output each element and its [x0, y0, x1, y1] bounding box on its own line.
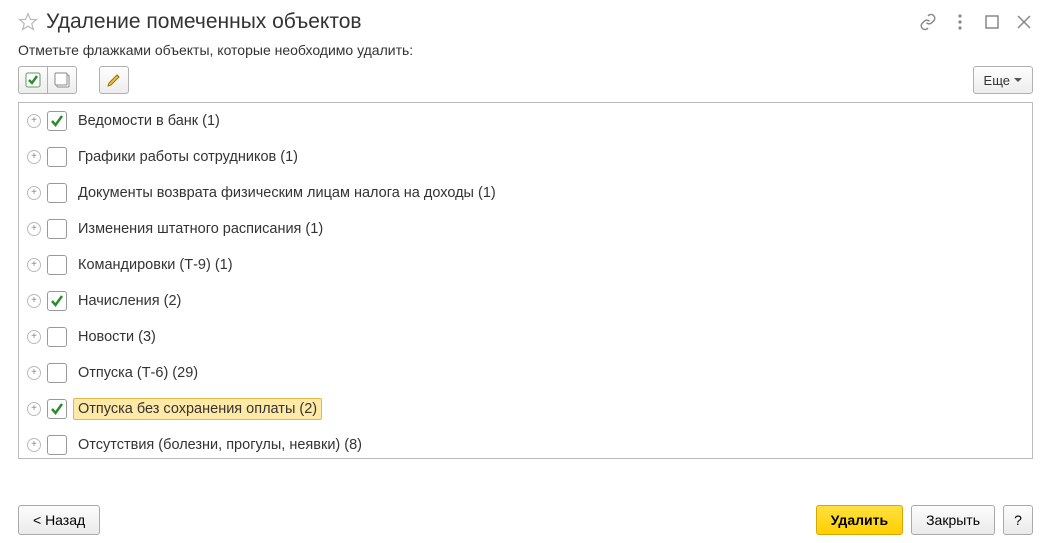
item-label: Изменения штатного расписания (1): [73, 218, 328, 240]
maximize-icon[interactable]: [983, 13, 1001, 31]
close-icon[interactable]: [1015, 13, 1033, 31]
item-checkbox[interactable]: [47, 147, 67, 167]
expand-icon[interactable]: +: [27, 258, 41, 272]
expand-icon[interactable]: +: [27, 402, 41, 416]
chevron-down-icon: [1014, 78, 1022, 82]
item-checkbox[interactable]: [47, 435, 67, 455]
item-checkbox[interactable]: [47, 399, 67, 419]
close-button[interactable]: Закрыть: [911, 505, 995, 535]
expand-icon[interactable]: +: [27, 366, 41, 380]
item-label: Отпуска без сохранения оплаты (2): [73, 398, 322, 420]
more-actions-button[interactable]: Еще: [973, 66, 1033, 94]
item-checkbox[interactable]: [47, 111, 67, 131]
item-label: Отсутствия (болезни, прогулы, неявки) (8…: [73, 434, 367, 456]
more-actions-label: Еще: [984, 73, 1010, 88]
items-list[interactable]: + Ведомости в банк (1) + Графики работы сот…: [18, 102, 1033, 459]
item-checkbox[interactable]: [47, 219, 67, 239]
page-title: Удаление помеченных объектов: [46, 10, 919, 34]
list-item[interactable]: + Отпуска (Т-6) (29): [19, 355, 1032, 391]
instruction-text: Отметьте флажками объекты, которые необх…: [0, 38, 1051, 66]
list-item[interactable]: + Новости (3): [19, 319, 1032, 355]
list-item[interactable]: + Документы возврата физическим лицам нал…: [19, 175, 1032, 211]
item-label: Отпуска (Т-6) (29): [73, 362, 203, 384]
list-item[interactable]: + Отсутствия (болезни, прогулы, неявки) (…: [19, 427, 1032, 459]
item-label: Документы возврата физическим лицам нало…: [73, 182, 501, 204]
list-item[interactable]: + Отпуска без сохранения оплаты (2): [19, 391, 1032, 427]
uncheck-all-button[interactable]: [47, 66, 77, 94]
edit-button[interactable]: [99, 66, 129, 94]
back-button[interactable]: < Назад: [18, 505, 100, 535]
item-checkbox[interactable]: [47, 183, 67, 203]
link-icon[interactable]: [919, 13, 937, 31]
delete-button[interactable]: Удалить: [816, 505, 903, 535]
item-checkbox[interactable]: [47, 255, 67, 275]
expand-icon[interactable]: +: [27, 114, 41, 128]
item-label: Командировки (Т-9) (1): [73, 254, 238, 276]
more-vertical-icon[interactable]: [951, 13, 969, 31]
expand-icon[interactable]: +: [27, 186, 41, 200]
item-label: Ведомости в банк (1): [73, 110, 225, 132]
item-label: Графики работы сотрудников (1): [73, 146, 303, 168]
expand-icon[interactable]: +: [27, 150, 41, 164]
favorite-star-icon[interactable]: [18, 12, 38, 32]
item-checkbox[interactable]: [47, 363, 67, 383]
expand-icon[interactable]: +: [27, 438, 41, 452]
list-item[interactable]: + Ведомости в банк (1): [19, 103, 1032, 139]
item-label: Начисления (2): [73, 290, 186, 312]
item-checkbox[interactable]: [47, 291, 67, 311]
expand-icon[interactable]: +: [27, 222, 41, 236]
help-button[interactable]: ?: [1003, 505, 1033, 535]
item-label: Новости (3): [73, 326, 161, 348]
expand-icon[interactable]: +: [27, 294, 41, 308]
list-item[interactable]: + Изменения штатного расписания (1): [19, 211, 1032, 247]
list-item[interactable]: + Начисления (2): [19, 283, 1032, 319]
item-checkbox[interactable]: [47, 327, 67, 347]
expand-icon[interactable]: +: [27, 330, 41, 344]
list-item[interactable]: + Графики работы сотрудников (1): [19, 139, 1032, 175]
check-all-button[interactable]: [18, 66, 48, 94]
list-item[interactable]: + Командировки (Т-9) (1): [19, 247, 1032, 283]
